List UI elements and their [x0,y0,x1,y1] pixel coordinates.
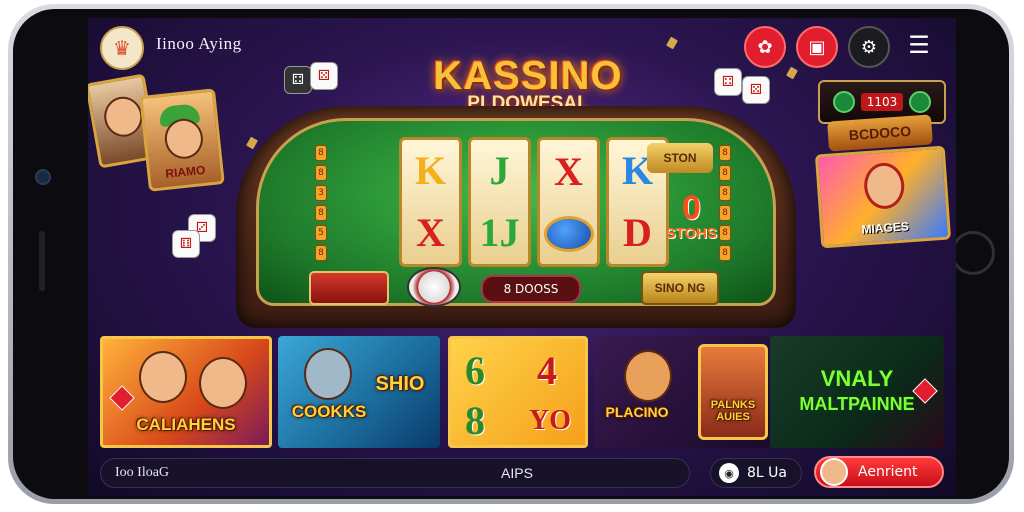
search-text: Ioo IloaG [115,465,170,480]
game-screen: ♛ Iinoo Aying ✿ ▣ ⚙ ☰ RIAMO ⚃ ⚄ ⚂ ⚅ ⚃ ⚄ … [88,18,956,496]
light-icon: 5 [315,225,327,241]
chips-box[interactable] [309,271,389,305]
poster-label: MIAGES [861,219,910,237]
game-tile[interactable]: PLACINO PALNKS AUIES [594,336,770,448]
jackpot-panel[interactable]: 1103 BCDOCO MIAGES [814,80,952,249]
light-icon: 8 [719,165,731,181]
coin-balance[interactable]: ◉ 8L Ua [710,458,802,488]
gold-box[interactable]: SINO NG [641,271,719,305]
action-button[interactable]: Aenrient [814,456,944,488]
bottom-bar: Ioo IloaG AIPS ◉ 8L Ua Aenrient [100,456,944,490]
jackpot-poster[interactable]: MIAGES [814,145,952,249]
reel-2: J 1J [468,137,531,267]
light-icon: 8 [315,145,327,161]
light-icon: 8 [315,205,327,221]
character-card: PALNKS AUIES [698,344,768,440]
promo-poster-left[interactable]: RIAMO [139,88,225,192]
sparkle-decoration [246,136,258,150]
dice-icon: ⚃ [284,66,312,94]
speaker [39,231,45,291]
action-button-label: Aenrient [858,464,918,480]
sparkle-decoration [666,36,678,50]
game-tile-title: PLACINO [605,404,669,420]
light-icon: 8 [315,245,327,261]
card-label: PALNKS AUIES [710,399,756,423]
tile-number: 4 [537,348,557,393]
jackpot-sign: BCDOCO [827,114,933,152]
reel-symbol: K [414,148,447,193]
tile-number: 8 [465,398,485,443]
chip-stack-icon[interactable] [407,267,461,307]
cat-character-icon [304,348,352,400]
status-dot-icon [909,91,932,113]
jackpot-counter: 1103 [860,93,904,111]
sparkle-decoration [786,66,798,80]
status-dot-icon [832,91,855,113]
reel-symbol: X [416,210,445,255]
poster-label: RIAMO [164,162,206,181]
gift-icon[interactable]: ✿ [744,26,786,68]
reel-1: K X [399,137,462,267]
home-button[interactable] [951,231,995,275]
tile-number: 6 [465,348,485,393]
crown-icon: ♛ [113,36,131,60]
menu-icon[interactable]: ☰ [900,26,938,64]
game-tiles-row: CALIAHENS SHIO COOKKS 6 4 8 YO PLACINO P… [100,336,944,452]
left-light-strip: 8 8 3 8 5 8 [315,145,327,261]
dice-icon: ⚅ [172,230,200,258]
reel-symbol: J [489,148,510,193]
side-score-label: STOHS [665,225,717,242]
game-tile-title: CALIAHENS [136,415,236,434]
light-icon: 8 [719,205,731,221]
dice-icon: ⚄ [742,76,770,104]
dice-icon: ⚃ [714,68,742,96]
avatar [820,458,848,486]
camera-icon [35,169,51,185]
coin-icon: ◉ [719,463,739,483]
slot-machine[interactable]: 8 8 3 8 5 8 8 8 8 8 8 8 K X J 1J X K D S… [236,106,796,328]
diamond-icon [109,385,135,411]
character-avatar [199,357,247,409]
character-face [862,161,906,211]
slot-reels: K X J 1J X K D [399,137,669,267]
game-tile-title: COOKKS [291,402,367,421]
app-title: Iinoo Aying [156,34,242,53]
app-logo[interactable]: ♛ [100,26,144,70]
game-tile[interactable]: CALIAHENS [100,336,272,448]
side-score-value: 0 [681,189,701,227]
settings-icon[interactable]: ⚙ [848,26,890,68]
game-tile[interactable]: SHIO COOKKS [278,336,440,448]
machine-felt: 8 8 3 8 5 8 8 8 8 8 8 8 K X J 1J X K D S… [256,118,776,307]
center-label: AIPS [501,465,533,481]
coin-value: 8L Ua [747,465,787,481]
game-tile-subtitle: SHIO [375,373,425,395]
reel-symbol: D [623,210,652,255]
side-badge: STON [647,143,713,173]
light-icon: 8 [315,165,327,181]
reel-symbol: X [554,149,583,194]
game-tile[interactable]: 6 4 8 YO [448,336,588,448]
game-tile-title: YO [529,405,571,436]
ball-icon [543,216,594,252]
search-input[interactable]: Ioo IloaG AIPS [100,458,690,488]
dice-icon: ⚄ [310,62,338,90]
light-icon: 8 [719,185,731,201]
light-icon: 8 [719,145,731,161]
side-score: 0 STOHS [666,191,717,242]
reel-symbol: 1J [479,210,520,255]
shop-icon[interactable]: ▣ [796,26,838,68]
light-icon: 8 [719,245,731,261]
character-avatar [139,351,187,403]
phone-frame: ♛ Iinoo Aying ✿ ▣ ⚙ ☰ RIAMO ⚃ ⚄ ⚂ ⚅ ⚃ ⚄ … [8,4,1014,504]
game-tile[interactable]: VNALY MALTPAINNE [770,336,944,448]
top-icon-bar: ✿ ▣ ⚙ ☰ [744,26,938,68]
bet-label[interactable]: 8 DOOSS [481,275,581,303]
right-light-strip: 8 8 8 8 8 8 [719,145,731,261]
light-icon: 8 [719,225,731,241]
light-icon: 3 [315,185,327,201]
fox-character-icon [624,350,672,402]
reel-3: X [537,137,600,267]
